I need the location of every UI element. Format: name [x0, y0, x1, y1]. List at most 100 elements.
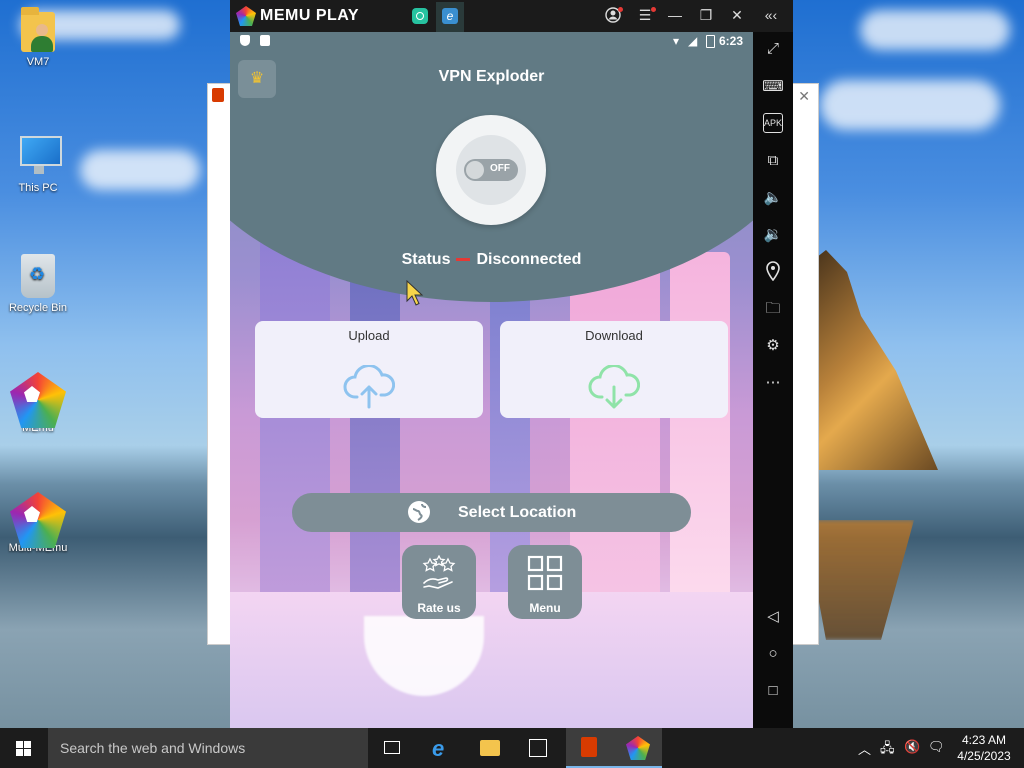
collapse-sidebar-icon[interactable]: «‹: [762, 7, 780, 23]
connection-status: Status Disconnected: [230, 251, 753, 269]
wifi-icon: ▾: [673, 34, 680, 48]
add-app-icon[interactable]: ⧉: [762, 150, 784, 172]
store-button[interactable]: [514, 728, 562, 768]
desktop-icon-this-pc[interactable]: This PC: [0, 134, 76, 194]
wallpaper-cloud: [820, 80, 1000, 130]
search-placeholder: Search the web and Windows: [60, 740, 246, 756]
desktop-icon-multi-memu[interactable]: Multi-MEmu: [0, 492, 76, 554]
file-explorer-button[interactable]: [466, 728, 514, 768]
user-folder-icon: [21, 7, 55, 52]
background-tree: [230, 592, 753, 728]
emulator-titlebar: MEMU PLAY e ☰ — ❐ ✕ «‹: [230, 0, 793, 32]
rate-stars-icon: [421, 554, 457, 591]
signal-icon: ◢: [688, 34, 698, 48]
status-value: Disconnected: [476, 251, 582, 268]
cloud-upload-icon: [343, 364, 396, 409]
desktop-icon-vm7[interactable]: VM7: [0, 7, 76, 68]
desktop-icon-label: Recycle Bin: [8, 302, 68, 314]
android-status-bar: ▾ ◢ 6:23: [230, 32, 753, 52]
close-icon[interactable]: ✕: [728, 7, 746, 24]
computer-icon: [16, 134, 62, 178]
taskbar-clock[interactable]: 4:23 AM 4/25/2023: [946, 732, 1022, 764]
browser-tab[interactable]: e: [436, 2, 464, 32]
vpn-connect-button[interactable]: OFF: [436, 115, 546, 225]
minimize-icon[interactable]: —: [666, 7, 684, 23]
folder-icon[interactable]: 🗀: [762, 298, 784, 320]
apk-icon[interactable]: APK: [763, 113, 783, 133]
start-button[interactable]: [0, 728, 48, 768]
settings-icon[interactable]: ⚙: [762, 335, 784, 357]
menu-label: Menu: [529, 601, 561, 615]
app-tab-icon[interactable]: [412, 8, 428, 24]
download-card[interactable]: Download: [500, 321, 728, 418]
fullscreen-icon[interactable]: ⤢: [762, 38, 784, 60]
windows-logo-icon: [16, 741, 31, 756]
memu-window[interactable]: MEMU PLAY e ☰ — ❐ ✕ «‹ ⤢ ⌨ APK ⧉ 🔈 🔉 🗀 ⚙…: [230, 0, 793, 728]
grid-menu-icon: [527, 555, 563, 591]
office-icon: [581, 737, 597, 757]
keyboard-icon[interactable]: ⌨: [762, 76, 784, 98]
connection-toggle[interactable]: OFF: [464, 159, 518, 181]
select-location-button[interactable]: Select Location: [292, 493, 691, 532]
toggle-state-label: OFF: [490, 163, 510, 174]
memu-taskbar-button[interactable]: [614, 728, 662, 768]
upload-label: Upload: [348, 328, 390, 343]
memu-icon: [10, 372, 66, 428]
notification-dot: [651, 7, 656, 12]
download-label: Download: [585, 328, 643, 343]
edge-taskbar-button[interactable]: e: [418, 728, 466, 768]
toggle-container: OFF: [456, 135, 526, 205]
desktop-icon-label: VM7: [26, 56, 50, 68]
back-icon[interactable]: ◁: [762, 606, 784, 628]
taskbar-search-box[interactable]: Search the web and Windows: [48, 728, 368, 768]
notification-dot: [618, 7, 623, 12]
android-clock: 6:23: [719, 34, 744, 48]
browser-tab-icon: e: [442, 8, 458, 24]
play-protect-icon: [240, 35, 250, 46]
select-location-label: Select Location: [458, 504, 577, 521]
desktop-icon-memu[interactable]: MEmu: [0, 372, 76, 434]
emulator-brand: MEMU PLAY: [260, 7, 360, 24]
home-icon[interactable]: ○: [762, 643, 784, 665]
background-tree: [260, 232, 330, 652]
task-view-button[interactable]: [368, 728, 416, 768]
rate-us-button[interactable]: Rate us: [402, 545, 476, 619]
notification-a-icon: [260, 35, 270, 46]
edge-icon: e: [432, 736, 445, 761]
app-title: VPN Exploder: [438, 68, 545, 85]
restore-icon[interactable]: ❐: [697, 7, 715, 24]
android-screen[interactable]: ▾ ◢ 6:23 ♛ VPN Exploder OFF Status Discon…: [230, 32, 753, 728]
memu-taskbar-icon: [626, 736, 650, 760]
office-taskbar-button[interactable]: [566, 728, 614, 768]
emulator-sidebar: ⤢ ⌨ APK ⧉ 🔈 🔉 🗀 ⚙ ⋯ ◁ ○ □: [753, 32, 793, 728]
recents-icon[interactable]: □: [762, 680, 784, 702]
memu-logo-icon: [236, 6, 256, 26]
wallpaper-cliff: [798, 250, 938, 470]
wallpaper-cloud: [80, 150, 200, 190]
menu-button[interactable]: Menu: [508, 545, 582, 619]
show-hidden-icons-icon[interactable]: ︿: [858, 739, 871, 758]
store-icon: [529, 739, 547, 757]
status-indicator: [456, 258, 471, 262]
volume-muted-icon[interactable]: 🔇: [904, 739, 920, 755]
globe-icon: [408, 501, 430, 523]
close-icon[interactable]: ✕: [798, 88, 810, 105]
network-icon[interactable]: 🖧: [880, 739, 895, 761]
action-center-icon[interactable]: 🗨: [928, 739, 945, 755]
battery-icon: [706, 35, 715, 48]
toggle-knob: [466, 161, 484, 179]
desktop-icon-recycle-bin[interactable]: Recycle Bin: [0, 254, 76, 314]
multi-memu-icon: [10, 492, 66, 548]
upload-card[interactable]: Upload: [255, 321, 483, 418]
wallpaper-cliff-reflection: [804, 520, 914, 640]
rate-us-label: Rate us: [417, 601, 461, 615]
location-icon[interactable]: [762, 261, 784, 283]
volume-up-icon[interactable]: 🔈: [762, 187, 784, 209]
more-icon[interactable]: ⋯: [762, 372, 784, 394]
clock-time: 4:23 AM: [961, 733, 1007, 747]
clock-date: 4/25/2023: [957, 749, 1011, 763]
background-tree: [570, 232, 660, 652]
recycle-bin-icon: [21, 254, 55, 298]
volume-down-icon[interactable]: 🔉: [762, 224, 784, 246]
desktop-icon-label: This PC: [18, 182, 58, 194]
